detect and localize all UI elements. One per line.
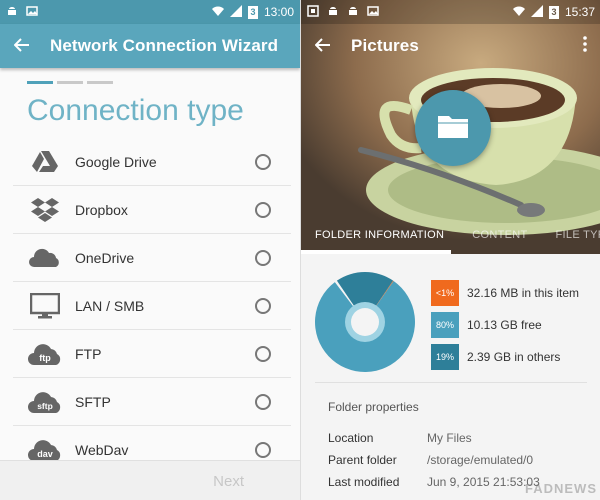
property-key: Parent folder — [328, 453, 397, 467]
monitor-icon — [25, 291, 65, 321]
radio-button[interactable] — [255, 154, 271, 170]
sftp-cloud-icon: sftp — [25, 387, 65, 417]
battery-icon: 3 — [247, 5, 258, 19]
gallery-notification-icon — [26, 5, 38, 20]
property-value: Jun 9, 2015 21:53:03 — [427, 475, 540, 489]
android-icon — [347, 5, 359, 20]
property-key: Location — [328, 431, 374, 445]
storage-legend: <1% 32.16 MB in this item 80% 10.13 GB f… — [431, 278, 579, 374]
radio-button[interactable] — [255, 250, 271, 266]
status-bar: 3 13:00 — [0, 0, 300, 24]
option-lan-smb[interactable]: LAN / SMB — [13, 282, 291, 330]
ftp-cloud-icon: ftp — [25, 339, 65, 369]
wizard-footer: Next — [0, 460, 300, 500]
wifi-icon — [512, 5, 525, 20]
wizard-title: Network Connection Wizard — [50, 36, 279, 55]
tab-bar: FOLDER INFORMATION CONTENT FILE TYPES — [301, 220, 600, 254]
app-bar: Pictures — [301, 24, 600, 68]
step-3-indicator — [87, 81, 113, 84]
legend-text: 2.39 GB in others — [467, 350, 561, 364]
onedrive-icon — [25, 243, 65, 273]
option-label: WebDav — [75, 442, 129, 458]
svg-text:ftp: ftp — [39, 353, 51, 363]
screenshot-notification-icon — [307, 4, 319, 20]
radio-button[interactable] — [255, 298, 271, 314]
radio-button[interactable] — [255, 202, 271, 218]
signal-icon — [530, 4, 543, 20]
status-bar: 3 15:37 — [301, 0, 600, 24]
option-google-drive[interactable]: Google Drive — [13, 138, 291, 186]
option-label: Dropbox — [75, 201, 128, 218]
storage-donut-chart — [313, 270, 417, 379]
property-key: Last modified — [328, 475, 400, 489]
radio-button[interactable] — [255, 346, 271, 362]
overflow-menu-icon[interactable] — [583, 35, 587, 58]
option-label: SFTP — [75, 393, 111, 410]
property-row-parent-folder: Parent folder /storage/emulated/0 — [315, 449, 587, 471]
tab-file-types[interactable]: FILE TYPES — [542, 220, 600, 254]
option-label: FTP — [75, 345, 102, 362]
radio-button[interactable] — [255, 394, 271, 410]
app-bar: Network Connection Wizard — [0, 24, 300, 68]
property-row-location: Location My Files — [315, 427, 587, 449]
folder-fab[interactable] — [415, 90, 491, 166]
next-button[interactable]: Next — [213, 473, 244, 490]
legend-text: 10.13 GB free — [467, 318, 542, 332]
legend-chip: <1% — [431, 280, 459, 306]
svg-text:dav: dav — [37, 449, 53, 459]
property-value: /storage/emulated/0 — [427, 453, 534, 467]
option-label: LAN / SMB — [75, 297, 145, 314]
option-onedrive[interactable]: OneDrive — [13, 234, 291, 282]
tab-folder-information[interactable]: FOLDER INFORMATION — [301, 220, 458, 254]
back-arrow-icon[interactable] — [314, 35, 341, 58]
option-sftp[interactable]: sftp SFTP — [13, 378, 291, 426]
option-label: OneDrive — [75, 249, 135, 266]
option-label: Google Drive — [75, 153, 157, 170]
property-value: My Files — [427, 431, 472, 445]
folder-title: Pictures — [351, 36, 419, 55]
storage-donut-svg — [315, 272, 415, 372]
option-dropbox[interactable]: Dropbox — [13, 186, 291, 234]
wifi-icon — [211, 5, 224, 20]
svg-text:sftp: sftp — [37, 401, 53, 411]
properties-header: Folder properties — [328, 400, 419, 414]
signal-icon — [229, 4, 242, 20]
legend-item-this-item: <1% 32.16 MB in this item — [431, 278, 579, 308]
legend-item-others: 19% 2.39 GB in others — [431, 342, 579, 372]
legend-item-free: 80% 10.13 GB free — [431, 310, 579, 340]
dropbox-icon — [25, 195, 65, 225]
connection-type-list: Google Drive Dropbox OneDrive LAN / SMB … — [13, 138, 291, 474]
donut-hole — [351, 308, 379, 336]
network-wizard-screen: 3 13:00 Network Connection Wizard Connec… — [0, 0, 300, 500]
clock: 15:37 — [564, 5, 595, 19]
tab-content[interactable]: CONTENT — [458, 220, 541, 254]
legend-text: 32.16 MB in this item — [467, 286, 580, 300]
legend-chip: 19% — [431, 344, 459, 370]
clock: 13:00 — [263, 5, 294, 19]
screenshot-root: 3 13:00 Network Connection Wizard Connec… — [0, 0, 600, 500]
watermark: FADNEWS — [525, 481, 597, 496]
battery-icon: 3 — [548, 5, 559, 19]
option-ftp[interactable]: ftp FTP — [13, 330, 291, 378]
folder-info-screen: 3 15:37 Pictures FOLDER INFORMATION CONT… — [300, 0, 600, 500]
folder-info-panel: <1% 32.16 MB in this item 80% 10.13 GB f… — [301, 254, 600, 500]
page-heading: Connection type — [27, 94, 244, 127]
android-icon — [6, 5, 18, 20]
folder-properties: Folder properties Location My Files Pare… — [315, 382, 587, 493]
google-drive-icon — [25, 147, 65, 177]
radio-button[interactable] — [255, 442, 271, 458]
step-1-indicator — [27, 81, 53, 84]
back-arrow-icon[interactable] — [13, 35, 40, 58]
android-icon — [327, 5, 339, 20]
folder-icon — [437, 113, 469, 144]
step-indicator — [27, 81, 113, 84]
step-2-indicator — [57, 81, 83, 84]
legend-chip: 80% — [431, 312, 459, 338]
gallery-notification-icon — [367, 5, 379, 20]
